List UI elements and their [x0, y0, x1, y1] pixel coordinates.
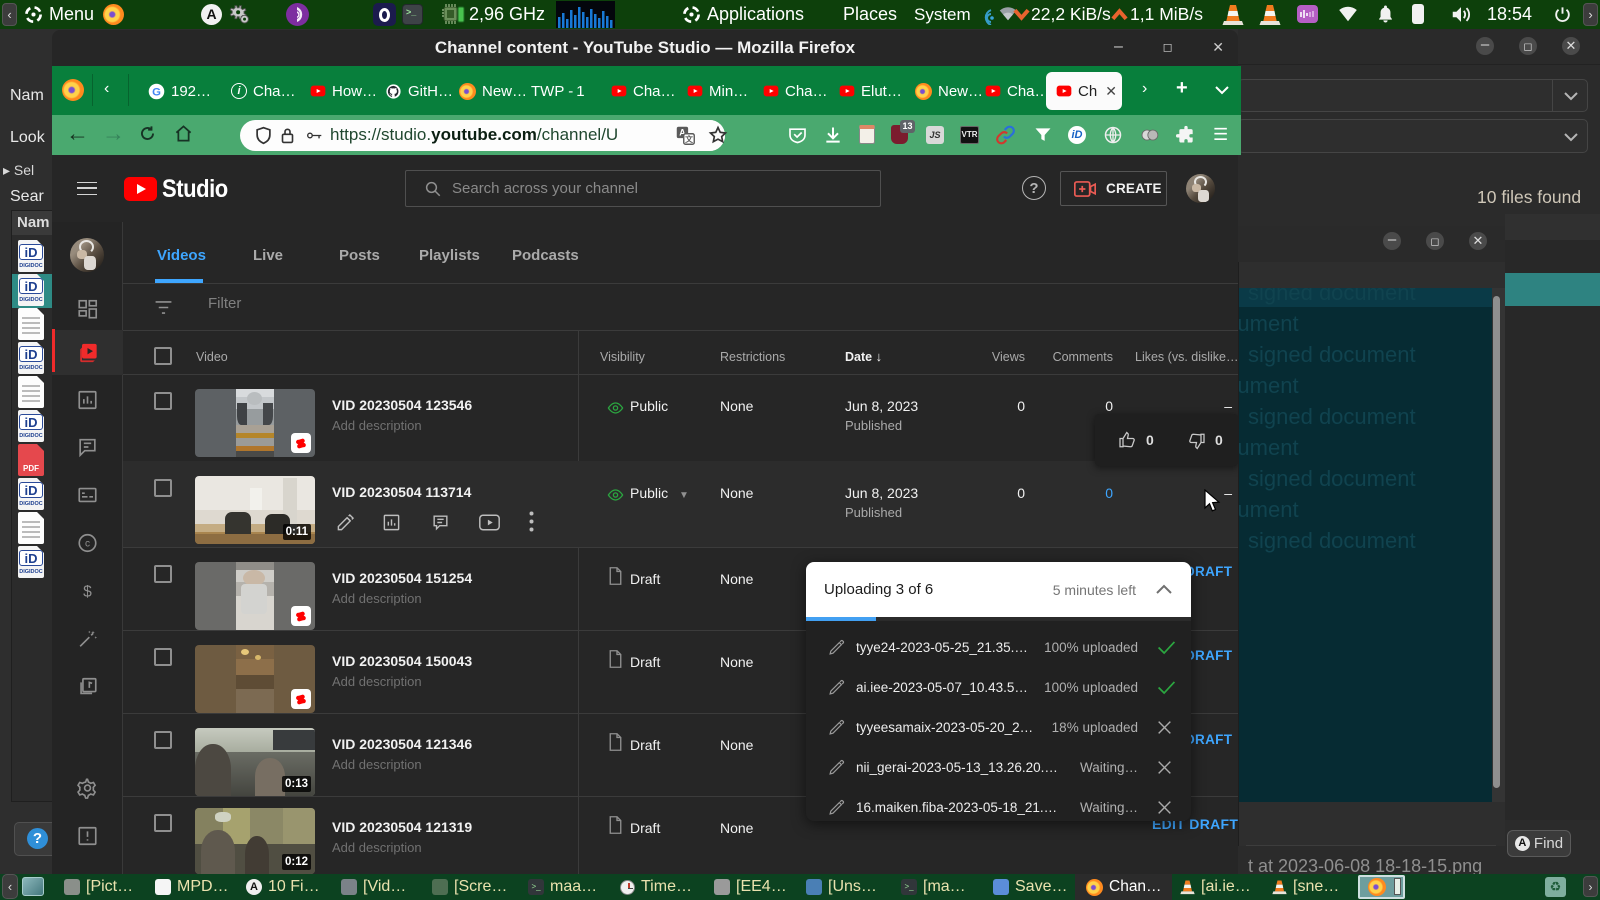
- svg-text:$: $: [83, 584, 92, 601]
- svg-text:c: c: [85, 539, 90, 550]
- svg-text:文: 文: [685, 134, 693, 144]
- svg-text:G: G: [152, 86, 161, 98]
